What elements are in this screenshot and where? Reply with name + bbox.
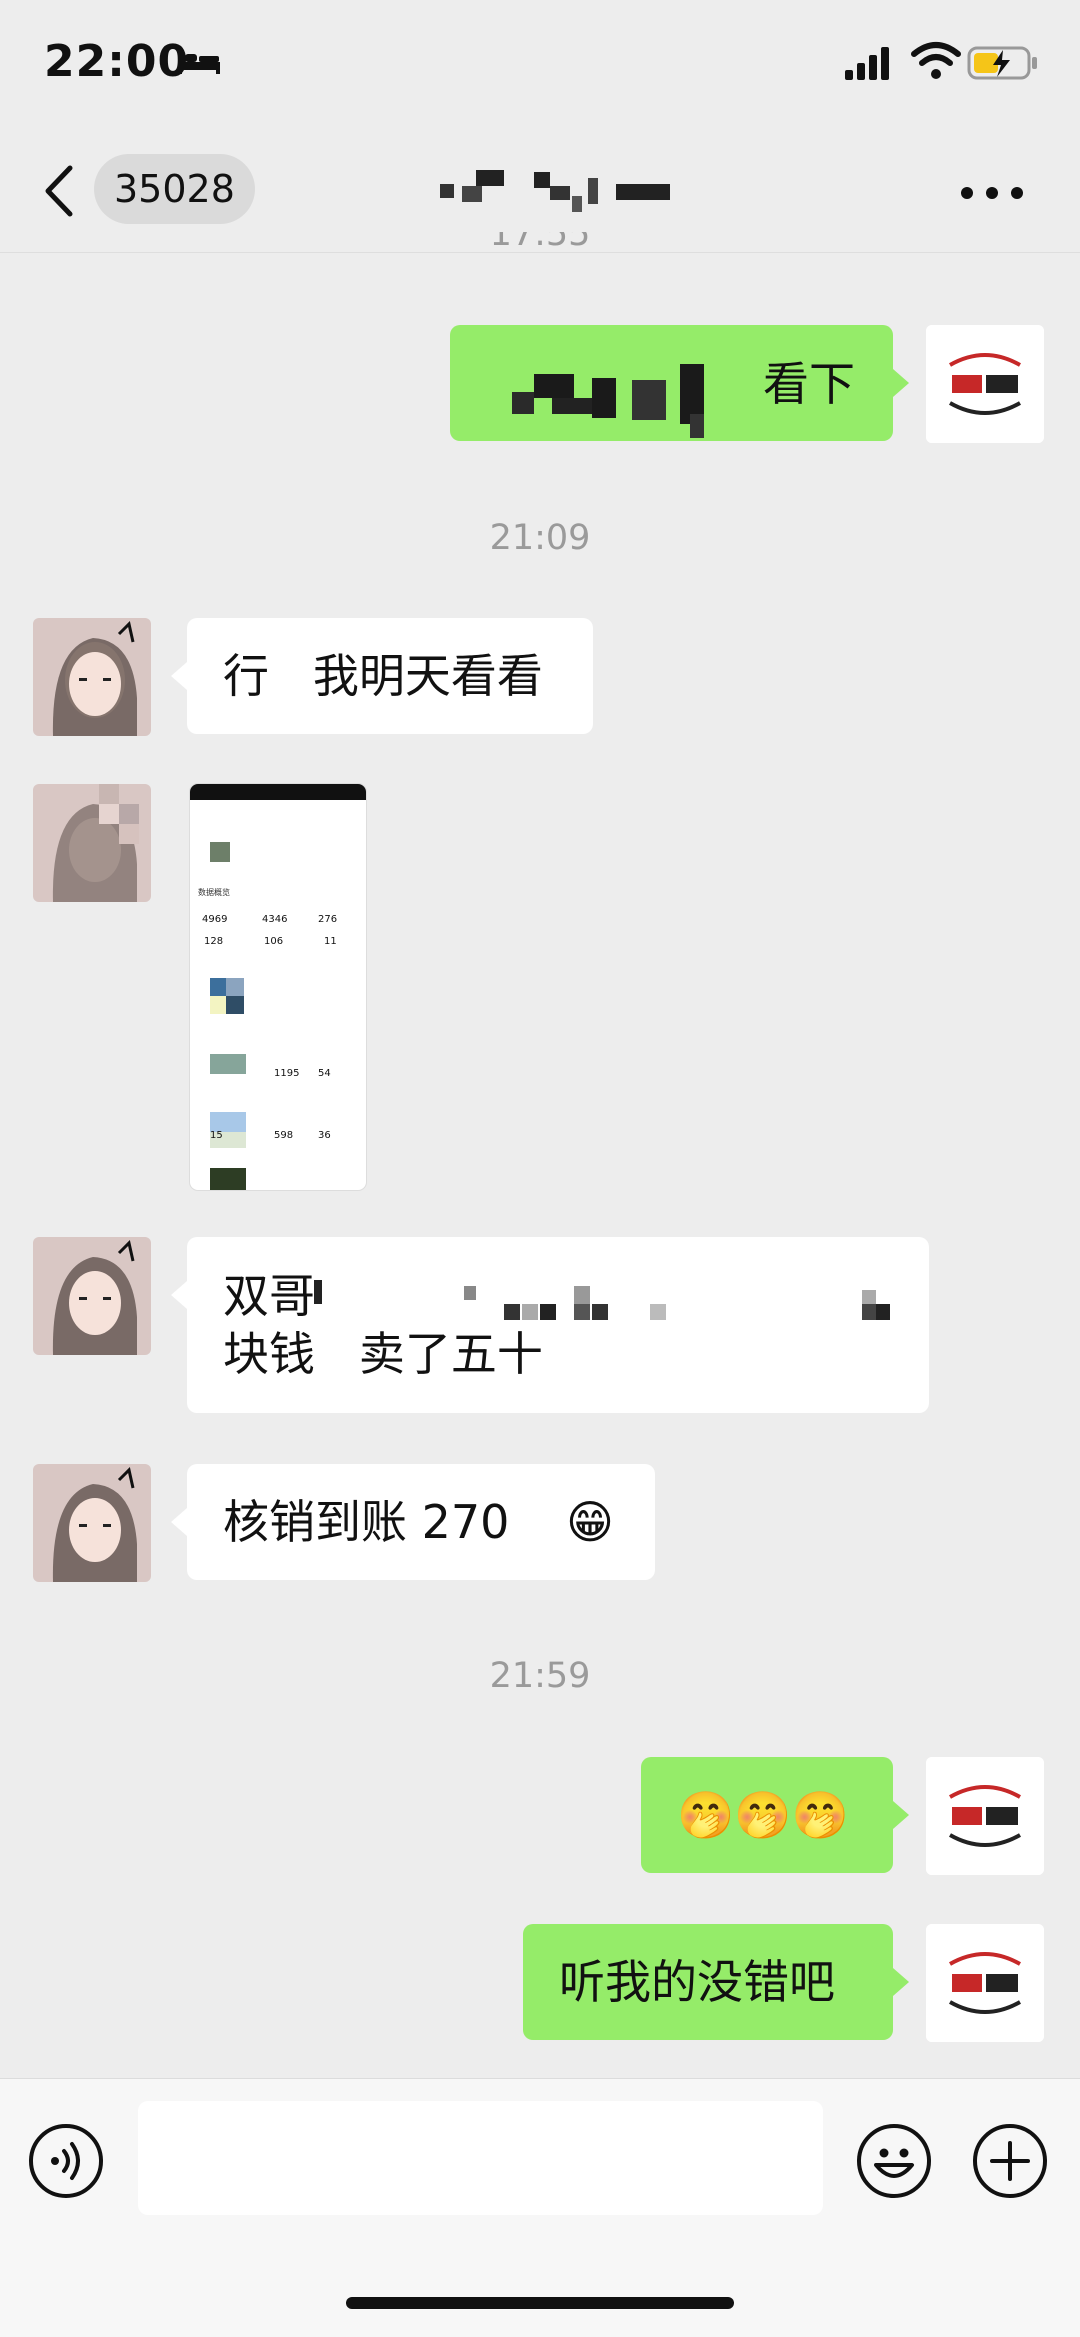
grin-emoji-icon: 😁 (566, 1495, 615, 1549)
thumb-block (210, 996, 226, 1014)
bubble-tail (893, 1968, 909, 1996)
bubble-tail (893, 1801, 909, 1829)
bubble-tail (171, 1508, 187, 1536)
redacted-text-block (512, 364, 704, 438)
back-chevron-icon[interactable] (42, 164, 76, 218)
status-bar: 22:00 (0, 0, 1080, 130)
bubble-tail (171, 662, 187, 690)
plus-icon[interactable] (972, 2123, 1048, 2199)
message-bubble-outgoing[interactable]: 🤭🤭🤭 (641, 1757, 893, 1873)
brand-logo-icon (926, 325, 1044, 443)
bubble-tail (893, 369, 909, 397)
avatar-self[interactable] (926, 1924, 1044, 2042)
brand-logo-icon (926, 1924, 1044, 2042)
message-text: 听我的没错吧 (559, 1955, 835, 2009)
unread-count-badge[interactable]: 35028 (94, 154, 255, 224)
avatar-contact[interactable] (33, 618, 151, 736)
thumb-avatar (210, 842, 230, 862)
thumb-block (210, 1112, 246, 1132)
message-bubble-incoming[interactable]: 核销到账 270 😁 (187, 1464, 655, 1580)
thumb-value: 106 (264, 936, 284, 947)
more-options-icon[interactable] (960, 186, 1024, 200)
avatar-contact[interactable] (33, 1464, 151, 1582)
timestamp: 21:09 (489, 518, 591, 558)
message-bubble-incoming[interactable]: 行 我明天看看 (187, 618, 593, 734)
thumb-value: 54 (318, 1068, 331, 1079)
message-input[interactable] (138, 2101, 823, 2215)
thumb-block (226, 978, 244, 996)
message-text-line: 块钱 卖了五十 (223, 1327, 543, 1381)
thumb-block (210, 1168, 246, 1190)
avatar-self[interactable] (926, 325, 1044, 443)
avatar-contact[interactable] (33, 784, 151, 902)
thumb-value: 276 (318, 914, 338, 925)
contact-avatar-image (33, 1237, 151, 1355)
thumb-block (226, 996, 244, 1014)
avatar-contact[interactable] (33, 1237, 151, 1355)
thumb-value: 1195 (274, 1068, 300, 1079)
thumb-value: 36 (318, 1130, 331, 1141)
emoji-icon[interactable] (856, 2123, 932, 2199)
battery-charging-icon (967, 46, 1037, 80)
message-text: 看下 (763, 357, 855, 411)
thumb-block (210, 1054, 246, 1074)
status-time: 22:00 (44, 36, 190, 87)
contact-avatar-image (33, 784, 151, 902)
thumb-value: 4969 (202, 914, 228, 925)
thumb-value: 598 (274, 1130, 294, 1141)
shush-emoji-icon: 🤭🤭🤭 (677, 1788, 849, 1842)
contact-avatar-image (33, 618, 151, 736)
timestamp: 17:55 (489, 232, 591, 254)
image-message-screenshot[interactable]: 数据概览 4969 4346 276 128 106 11 1195 54 15… (190, 784, 366, 1190)
sleep-mode-icon (178, 52, 220, 74)
thumb-value: 15 (210, 1130, 223, 1141)
voice-input-icon[interactable] (28, 2123, 104, 2199)
thumb-value: 11 (324, 936, 337, 947)
message-bubble-outgoing[interactable]: 听我的没错吧 (523, 1924, 893, 2040)
redacted-text-block (314, 1280, 890, 1320)
thumb-value: 128 (204, 936, 224, 947)
thumb-block (210, 978, 226, 996)
message-text: 行 我明天看看 (223, 649, 543, 703)
avatar-self[interactable] (926, 1757, 1044, 1875)
bubble-tail (171, 1281, 187, 1309)
input-bar (0, 2078, 1080, 2337)
thumb-section-title: 数据概览 (198, 888, 230, 897)
thumb-status-bar (190, 784, 366, 800)
home-indicator[interactable] (346, 2297, 734, 2309)
contact-avatar-image (33, 1464, 151, 1582)
chat-title-redacted (440, 170, 670, 212)
timestamp: 21:59 (489, 1656, 591, 1696)
brand-logo-icon (926, 1757, 1044, 1875)
message-text: 核销到账 270 (223, 1495, 510, 1549)
cellular-signal-icon (845, 47, 889, 80)
thumb-value: 4346 (262, 914, 288, 925)
wifi-icon (911, 42, 961, 79)
